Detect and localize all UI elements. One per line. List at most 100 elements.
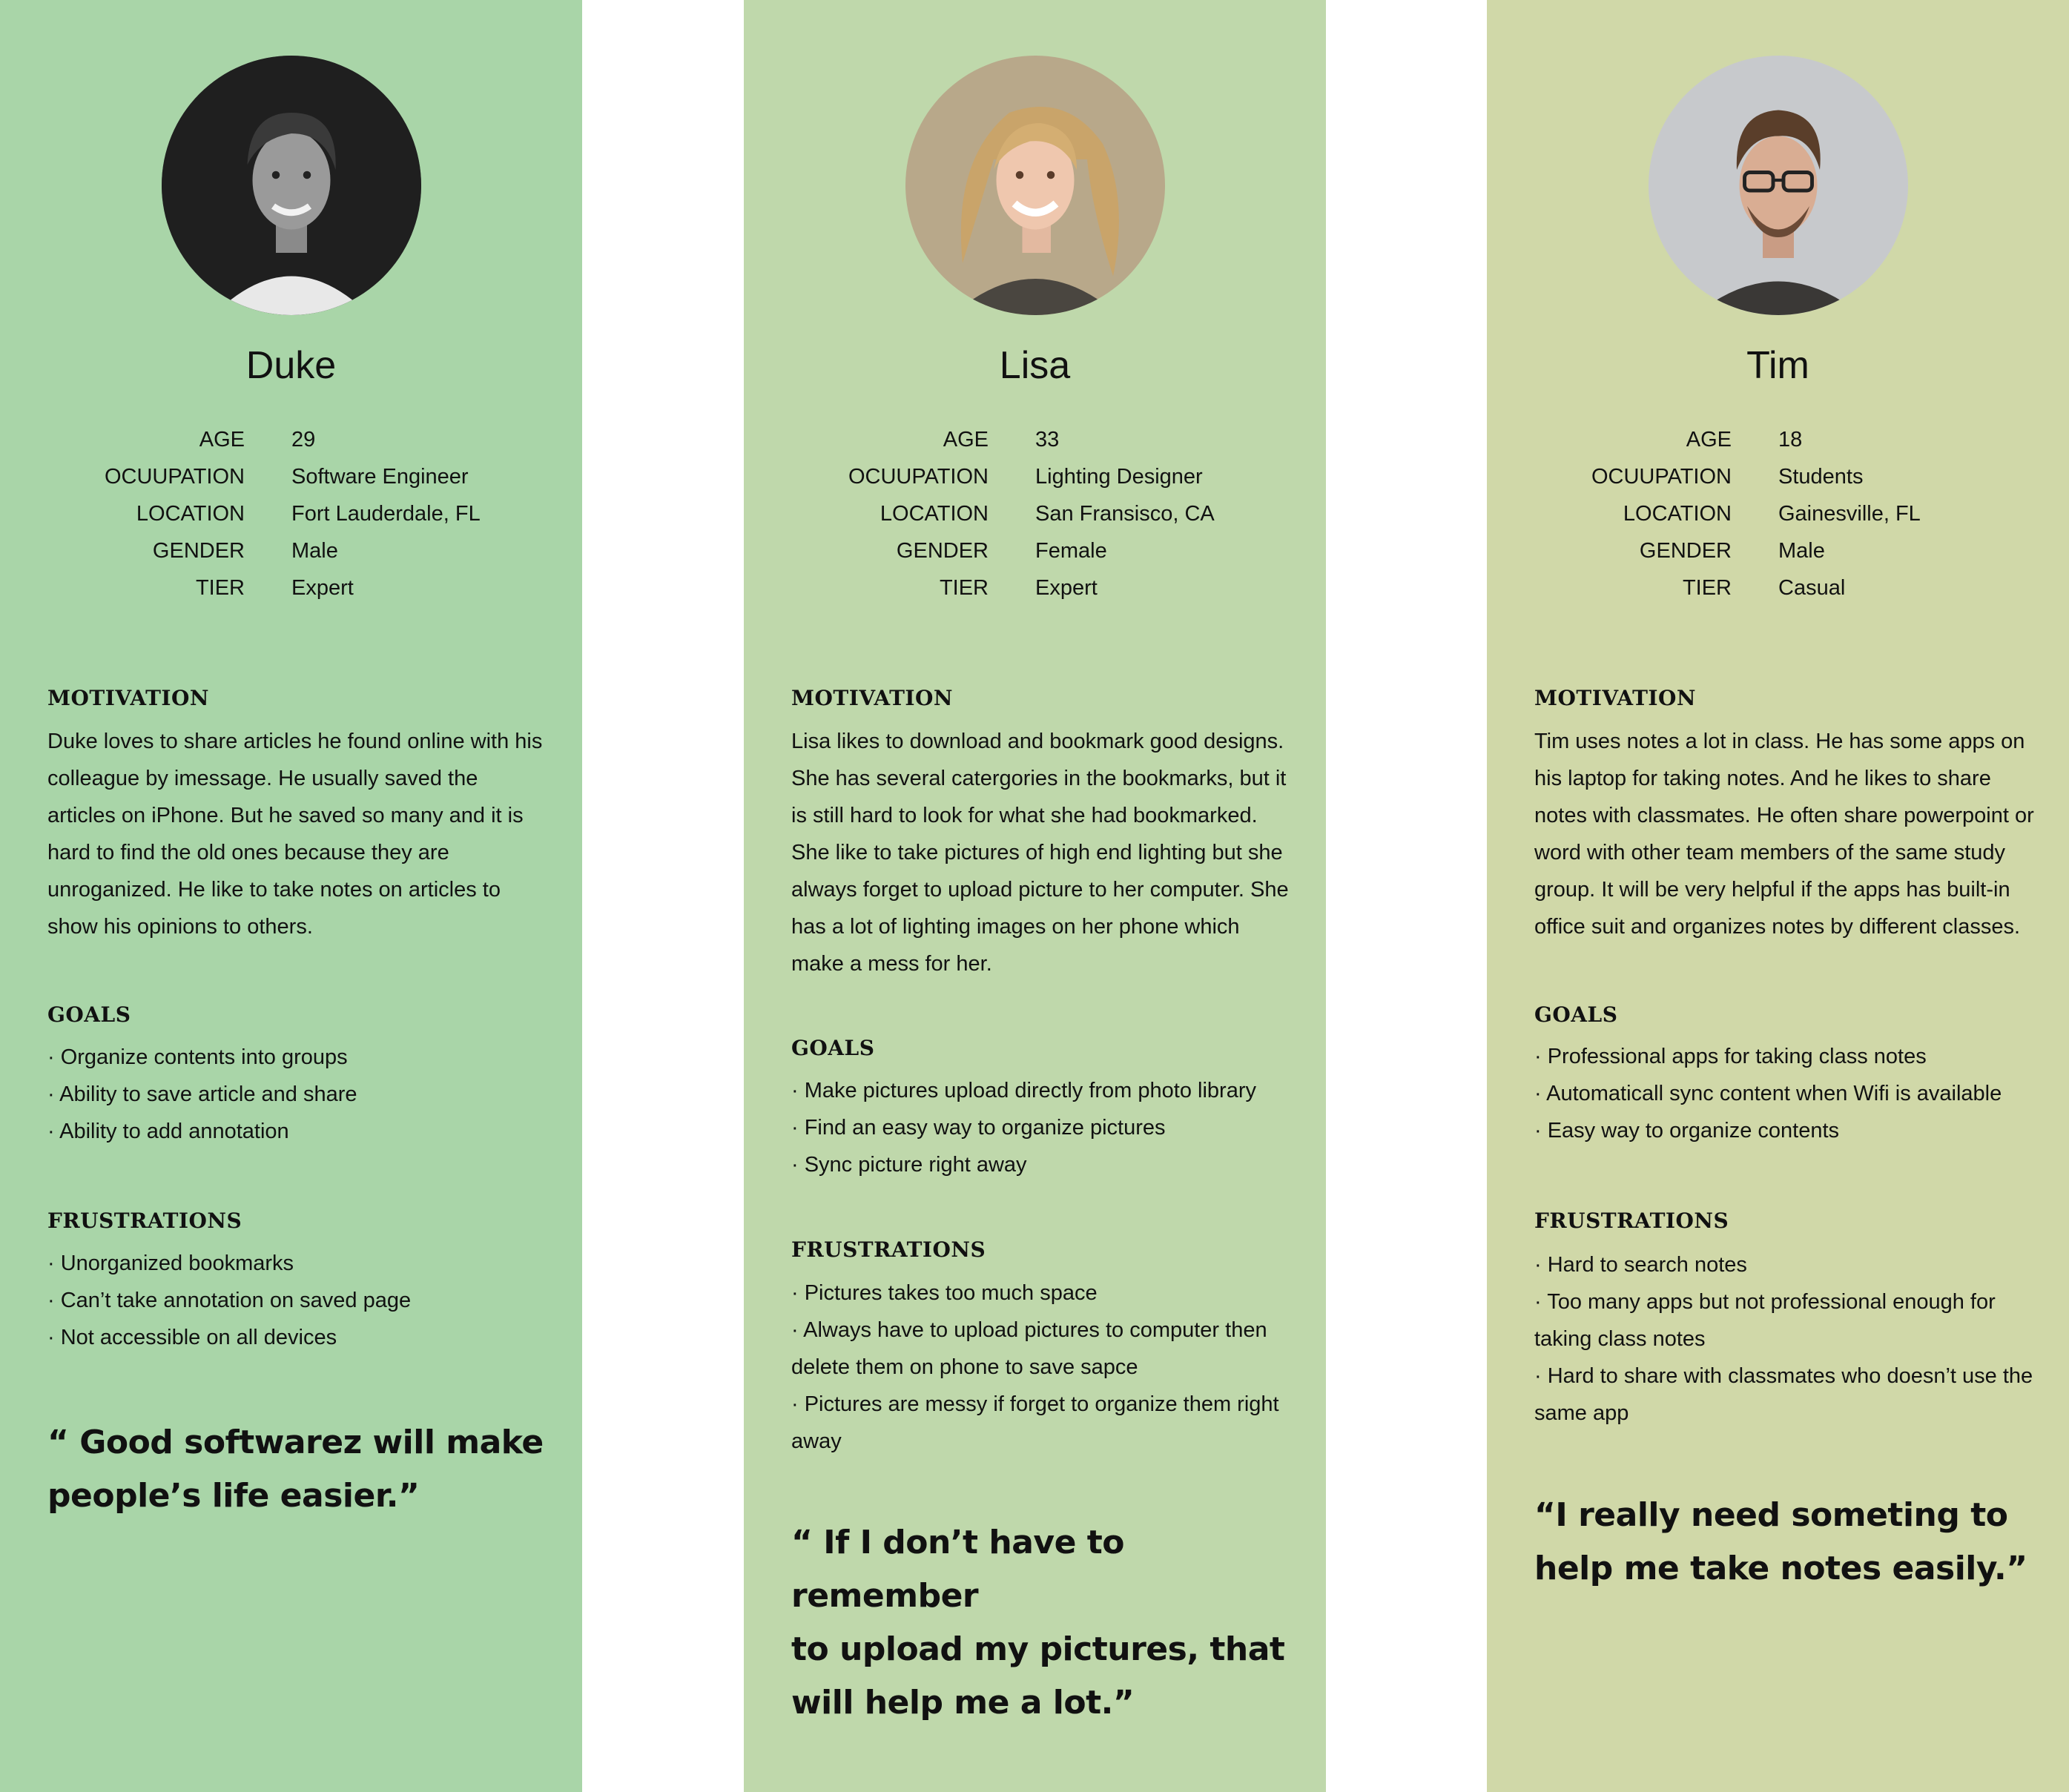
list-item: · Professional apps for taking class not… (1534, 1045, 1927, 1068)
list-item: · Can’t take annotation on saved page (47, 1289, 412, 1312)
info-row-location: LOCATION San Fransisco, CA (744, 495, 1326, 532)
motivation-text: Tim uses notes a lot in class. He has so… (1534, 723, 2039, 945)
motivation-text: Lisa likes to download and bookmark good… (791, 723, 1296, 982)
info-label: LOCATION (136, 502, 245, 526)
list-item: · Make pictures upload directly from pho… (791, 1079, 1256, 1102)
quote-line: people’s life easier.” (47, 1477, 420, 1515)
text-line: Tim uses notes a lot in class. He has so… (1534, 730, 2025, 753)
text-line: word with other team members of the same… (1534, 841, 2006, 864)
frustrations-list: · Unorganized bookmarks · Can’t take ann… (47, 1245, 552, 1356)
info-label: AGE (1686, 428, 1732, 452)
info-value: Software Engineer (291, 465, 469, 489)
info-row-tier: TIER Expert (0, 569, 582, 606)
list-item: · Automaticall sync content when Wifi is… (1534, 1082, 2002, 1105)
info-row-occupation: OCUUPATION Lighting Designer (744, 458, 1326, 495)
list-item: delete them on phone to save sapce (791, 1355, 1138, 1379)
frustrations-heading: FRUSTRATIONS (47, 1209, 242, 1233)
info-label: LOCATION (1623, 502, 1732, 526)
info-value: Casual (1778, 576, 1846, 600)
info-label: TIER (1682, 576, 1732, 600)
info-label: AGE (943, 428, 989, 452)
goals-heading: GOALS (791, 1036, 875, 1060)
list-item: · Unorganized bookmarks (47, 1252, 294, 1275)
persona-card-tim: Tim AGE 18 OCUUPATION Students LOCATION Gai… (1487, 0, 2069, 1792)
info-row-occupation: OCUUPATION Software Engineer (0, 458, 582, 495)
quote-line: “I really need someting to (1534, 1496, 2008, 1534)
info-label: GENDER (896, 539, 989, 563)
info-value: Lighting Designer (1035, 465, 1203, 489)
text-line: group. It will be very helpful if the ap… (1534, 878, 2010, 902)
list-item: · Ability to add annotation (47, 1120, 289, 1143)
quote-line: to upload my pictures, that (791, 1630, 1285, 1668)
info-row-age: AGE 18 (1487, 421, 2069, 458)
info-row-location: LOCATION Fort Lauderdale, FL (0, 495, 582, 532)
info-row-gender: GENDER Female (744, 532, 1326, 569)
text-line: is still hard to look for what she had b… (791, 804, 1258, 827)
avatar (162, 56, 421, 315)
persona-name: Tim (1746, 344, 1809, 387)
list-item: · Not accessible on all devices (47, 1326, 337, 1349)
list-item: · Easy way to organize contents (1534, 1119, 1840, 1143)
info-label: TIER (939, 576, 989, 600)
info-row-gender: GENDER Male (0, 532, 582, 569)
info-value: 18 (1778, 428, 1803, 452)
frustrations-list: · Pictures takes too much space · Always… (791, 1274, 1296, 1460)
info-value: Expert (291, 576, 354, 600)
persona-quote: “ If I don’t have to remember to upload … (791, 1516, 1310, 1730)
motivation-heading: MOTIVATION (791, 686, 953, 710)
info-label: LOCATION (880, 502, 989, 526)
info-label: OCUUPATION (1591, 465, 1732, 489)
info-value: Male (1778, 539, 1825, 563)
frustrations-heading: FRUSTRATIONS (791, 1237, 986, 1262)
list-item: · Find an easy way to organize pictures (791, 1116, 1166, 1140)
info-value: Female (1035, 539, 1107, 563)
info-value: Students (1778, 465, 1864, 489)
avatar (905, 56, 1165, 315)
info-value: Expert (1035, 576, 1098, 600)
text-line: hard to find the old ones because they a… (47, 841, 449, 864)
text-line: his laptop for taking notes. And he like… (1534, 767, 1991, 790)
goals-list: · Make pictures upload directly from pho… (791, 1072, 1296, 1183)
list-item: · Hard to search notes (1534, 1253, 1747, 1277)
goals-list: · Professional apps for taking class not… (1534, 1038, 2039, 1149)
list-item: · Sync picture right away (791, 1153, 1027, 1177)
quote-line: will help me a lot.” (791, 1684, 1135, 1722)
info-row-location: LOCATION Gainesville, FL (1487, 495, 2069, 532)
quote-line: help me take notes easily.” (1534, 1550, 2027, 1587)
info-label: TIER (195, 576, 245, 600)
info-value: Fort Lauderdale, FL (291, 502, 481, 526)
text-line: She like to take pictures of high end li… (791, 841, 1283, 864)
info-value: 29 (291, 428, 316, 452)
text-line: show his opinions to others. (47, 915, 313, 939)
persona-card-duke: Duke AGE 29 OCUUPATION Software Engineer L… (0, 0, 582, 1792)
text-line: has a lot of lighting images on her phon… (791, 915, 1240, 939)
info-table: AGE 29 OCUUPATION Software Engineer LOCATI… (0, 421, 582, 606)
quote-line: “ Good softwarez will make (47, 1424, 544, 1461)
text-line: make a mess for her. (791, 952, 992, 976)
frustrations-list: · Hard to search notes · Too many apps b… (1534, 1246, 2039, 1432)
portrait-photo-icon (162, 56, 421, 315)
info-row-age: AGE 33 (744, 421, 1326, 458)
motivation-heading: MOTIVATION (1534, 686, 1696, 710)
info-label: GENDER (152, 539, 245, 563)
info-table: AGE 33 OCUUPATION Lighting Designer LOCATI… (744, 421, 1326, 606)
list-item: · Always have to upload pictures to comp… (791, 1318, 1267, 1342)
info-label: AGE (199, 428, 245, 452)
info-row-tier: TIER Casual (1487, 569, 2069, 606)
persona-name: Lisa (999, 344, 1071, 387)
text-line: articles on iPhone. But he saved so many… (47, 804, 524, 827)
list-item: taking class notes (1534, 1327, 1706, 1351)
info-table: AGE 18 OCUUPATION Students LOCATION Gainesv… (1487, 421, 2069, 606)
info-value: Male (291, 539, 338, 563)
avatar (1649, 56, 1908, 315)
frustrations-heading: FRUSTRATIONS (1534, 1209, 1729, 1233)
text-line: Duke loves to share articles he found on… (47, 730, 543, 753)
portrait-photo-icon (905, 56, 1165, 315)
list-item: · Ability to save article and share (47, 1082, 357, 1106)
persona-quote: “I really need someting to help me take … (1534, 1489, 2053, 1596)
motivation-text: Duke loves to share articles he found on… (47, 723, 552, 945)
text-line: notes with classmates. He often share po… (1534, 804, 2034, 827)
motivation-heading: MOTIVATION (47, 686, 209, 710)
info-label: OCUUPATION (104, 465, 245, 489)
text-line: unroganized. He like to take notes on ar… (47, 878, 501, 902)
